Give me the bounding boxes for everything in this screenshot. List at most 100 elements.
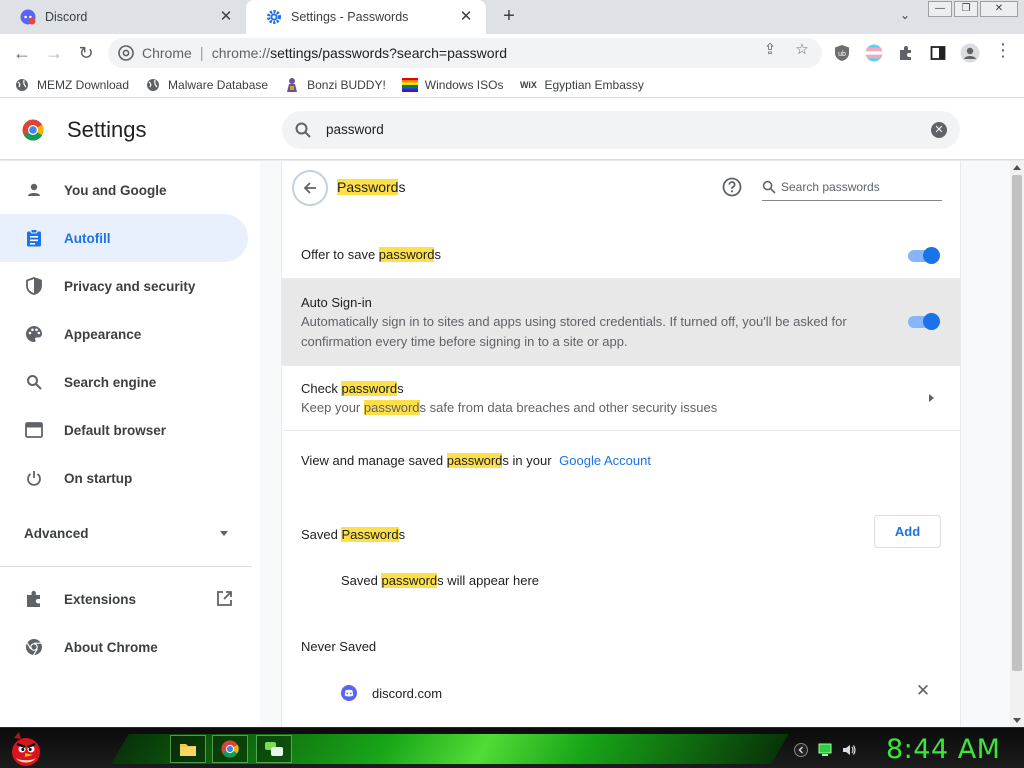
discord-icon	[20, 9, 36, 25]
scrollbar-thumb[interactable]	[1012, 175, 1022, 671]
sidebar-item-you-and-google[interactable]: You and Google	[0, 166, 248, 214]
close-tab-icon[interactable]: ✕	[458, 9, 474, 25]
back-button[interactable]: ←	[10, 41, 34, 65]
page-scrollbar[interactable]	[1010, 161, 1024, 727]
clear-search-icon[interactable]: ✕	[931, 122, 947, 138]
chat-icon	[265, 742, 283, 756]
chrome-icon	[221, 740, 239, 758]
tray-chevron-icon[interactable]	[794, 743, 808, 757]
chrome-site-icon	[118, 45, 134, 61]
network-icon[interactable]	[818, 743, 832, 757]
globe-icon	[145, 77, 161, 93]
os-taskbar: 8:44 AM	[0, 727, 1024, 768]
remove-site-icon[interactable]: ✕	[915, 682, 931, 699]
never-saved-site: discord.com	[372, 686, 443, 701]
sidebar-item-appearance[interactable]: Appearance	[0, 310, 248, 358]
bookmark-windows-isos[interactable]: Windows ISOs	[401, 77, 503, 93]
restore-button[interactable]: ❐	[954, 1, 978, 17]
sidebar-item-privacy-and-security[interactable]: Privacy and security	[0, 262, 248, 310]
scroll-up-arrow-icon[interactable]	[1013, 165, 1021, 170]
sidebar-item-autofill[interactable]: Autofill	[0, 214, 248, 262]
sidebar-item-extensions[interactable]: Extensions	[0, 575, 248, 623]
auto-signin-toggle[interactable]	[908, 313, 940, 330]
angry-bird-start-icon[interactable]	[6, 730, 46, 768]
palette-icon	[24, 324, 44, 344]
minimize-button[interactable]: —	[928, 1, 952, 17]
bookmark-malware-database[interactable]: Malware Database	[145, 77, 268, 93]
auto-signin-description: Automatically sign in to sites and apps …	[301, 314, 847, 349]
passwords-card: Passwords Offer to save passwords Auto S…	[281, 161, 961, 727]
auto-signin-row[interactable]: Auto Sign-in Automatically sign in to si…	[282, 279, 960, 365]
help-icon[interactable]	[722, 177, 742, 197]
offer-to-save-toggle[interactable]	[908, 247, 940, 264]
back-arrow-button[interactable]	[292, 170, 328, 206]
taskbar-file-explorer[interactable]	[170, 735, 206, 763]
tab-title: Discord	[45, 10, 88, 24]
tab-strip: Discord ✕ Settings - Passwords ✕ + ⌄ — ❐…	[0, 0, 1024, 34]
bookmark-bonzi-buddy[interactable]: Bonzi BUDDY!	[284, 77, 386, 93]
profile-avatar-icon[interactable]	[960, 43, 980, 63]
never-saved-heading: Never Saved	[301, 639, 377, 654]
taskbar-messenger[interactable]	[256, 735, 292, 763]
window-close-button[interactable]: ✕	[980, 1, 1018, 17]
browser-toolbar: ← → ↻ Chrome | chrome://settings/passwor…	[0, 34, 1024, 72]
check-passwords-row[interactable]: Check passwords Keep your passwords safe…	[282, 365, 960, 431]
tab-discord[interactable]: Discord ✕	[0, 0, 246, 34]
settings-title: Settings	[67, 117, 147, 142]
google-account-link[interactable]: Google Account	[559, 453, 651, 468]
chrome-outline-icon	[24, 637, 44, 657]
sidebar-item-search-engine[interactable]: Search engine	[0, 358, 248, 406]
wix-icon: WiX	[520, 79, 537, 90]
add-password-button[interactable]: Add	[874, 515, 941, 548]
taskbar-chrome[interactable]	[212, 735, 248, 763]
bookmark-star-icon[interactable]: ☆	[793, 41, 811, 59]
bookmark-egyptian-embassy[interactable]: WiX Egyptian Embassy	[519, 77, 644, 93]
shield-icon	[24, 276, 44, 296]
auto-signin-label: Auto Sign-in	[301, 295, 372, 310]
ublock-icon[interactable]: ub	[832, 43, 852, 63]
sidebar-divider	[0, 566, 252, 567]
folder-icon	[180, 744, 196, 756]
search-icon	[24, 372, 44, 392]
scroll-down-arrow-icon[interactable]	[1013, 718, 1021, 723]
search-icon	[295, 122, 311, 138]
side-panel-icon[interactable]	[928, 43, 948, 63]
search-passwords-input[interactable]	[781, 177, 941, 197]
window-controls: — ❐ ✕	[928, 1, 1018, 17]
volume-icon[interactable]	[842, 743, 856, 757]
passwords-title: Passwords	[337, 179, 406, 195]
extensions-puzzle-icon	[24, 589, 44, 609]
trans-flag-extension-icon[interactable]	[864, 43, 884, 63]
settings-search-field[interactable]: password ✕	[282, 111, 960, 149]
check-passwords-description: Keep your passwords safe from data breac…	[301, 400, 718, 415]
close-tab-icon[interactable]: ✕	[218, 9, 234, 25]
discord-icon	[341, 685, 357, 701]
caret-down-icon	[220, 531, 228, 536]
tab-settings-passwords[interactable]: Settings - Passwords ✕	[246, 0, 486, 34]
sidebar-item-on-startup[interactable]: On startup	[0, 454, 248, 502]
share-icon[interactable]: ⇪	[761, 41, 779, 59]
forward-button[interactable]: →	[42, 41, 66, 65]
chrome-logo-icon	[22, 119, 44, 141]
never-saved-item: discord.com ✕	[282, 673, 960, 713]
settings-search-value: password	[326, 122, 384, 137]
bookmark-memz[interactable]: MEMZ Download	[14, 77, 129, 93]
offer-to-save-label: Offer to save passwords	[301, 247, 441, 262]
tab-search-chevron-icon[interactable]: ⌄	[896, 8, 914, 26]
omnibox[interactable]: Chrome | chrome://settings/passwords?sea…	[108, 38, 822, 68]
person-icon	[24, 180, 44, 200]
sidebar-item-about-chrome[interactable]: About Chrome	[0, 623, 248, 671]
bookmarks-bar: MEMZ Download Malware Database Bonzi BUD…	[0, 72, 1024, 98]
saved-passwords-empty-state: Saved passwords will appear here	[341, 573, 540, 588]
reload-button[interactable]: ↻	[74, 41, 98, 65]
offer-to-save-row[interactable]: Offer to save passwords	[282, 231, 960, 279]
tab-title: Settings - Passwords	[291, 10, 409, 24]
new-tab-button[interactable]: +	[498, 6, 520, 28]
bonzi-icon	[284, 77, 300, 93]
extensions-puzzle-icon[interactable]	[896, 43, 916, 63]
sidebar-item-default-browser[interactable]: Default browser	[0, 406, 248, 454]
sidebar-advanced-toggle[interactable]: Advanced	[24, 526, 234, 541]
taskbar-clock[interactable]: 8:44 AM	[886, 734, 1000, 765]
kebab-menu-icon[interactable]: ⋮	[994, 41, 1012, 59]
search-passwords-field[interactable]	[762, 177, 942, 201]
